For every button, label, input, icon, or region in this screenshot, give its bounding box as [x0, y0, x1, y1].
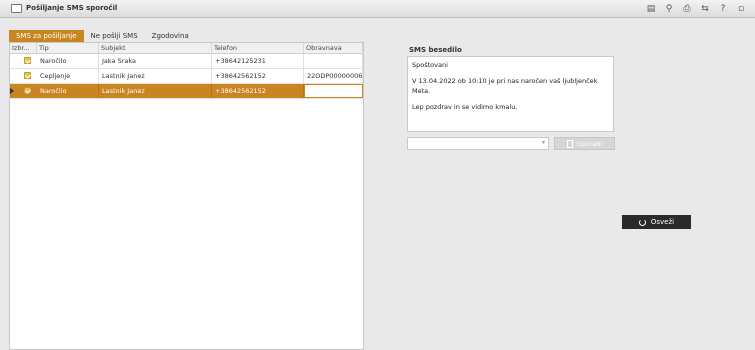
- sms-line-closing: Lep pozdrav in se vidimo kmalu.: [412, 103, 518, 111]
- cell-telefon: +38642562152: [212, 69, 304, 83]
- print-icon[interactable]: ⎙: [681, 3, 693, 15]
- template-select[interactable]: ▾: [407, 137, 549, 150]
- cell-telefon: +38642125231: [212, 54, 304, 68]
- table-row[interactable]: Cepljenje Lastnik Janez +38642562152 22O…: [10, 69, 363, 84]
- refresh-button-label: Osveži: [650, 218, 675, 226]
- title-bar: Pošiljanje SMS sporočil ▤ ⚲ ⎙ ⇆ ? ▫: [0, 0, 755, 18]
- row-checkbox[interactable]: [24, 57, 31, 64]
- cell-tip: Naročilo: [37, 54, 99, 68]
- restore-icon[interactable]: ▫: [735, 3, 747, 15]
- help-icon[interactable]: ?: [717, 3, 729, 15]
- refresh-icon: [638, 218, 646, 226]
- cell-subjekt: Lastnik Janez: [99, 84, 212, 98]
- cell-obravnava: [304, 54, 363, 68]
- cell-obravnava: 22ODP00000006: [304, 69, 363, 83]
- sms-text-area[interactable]: Spoštovani V 13.04.2022 ob 10:10 je pri …: [407, 56, 614, 132]
- window-title: Pošiljanje SMS sporočil: [26, 4, 118, 12]
- cell-tip: Naročilo: [37, 84, 99, 98]
- tab-ne-poslji-sms[interactable]: Ne pošlji SMS: [84, 30, 145, 42]
- column-header-telefon[interactable]: Telefon: [212, 43, 304, 53]
- column-header-obravnava[interactable]: Obravnava: [304, 43, 363, 53]
- table-row-selected[interactable]: Naročilo Lastnik Janez +38642562152: [10, 84, 363, 99]
- table-header: Izbr... Tip Subjekt Telefon Obravnava: [10, 43, 363, 54]
- document-icon[interactable]: ▤: [645, 3, 657, 15]
- sms-line-body: V 13.04.2022 ob 10:10 je pri nas naročen…: [412, 77, 598, 95]
- window-icon: [11, 4, 22, 13]
- apply-button-label: Uporabi: [576, 139, 603, 148]
- tab-bar: SMS za pošiljanje Ne pošlji SMS Zgodovin…: [9, 30, 196, 42]
- refresh-button[interactable]: Osveži: [622, 215, 691, 229]
- cell-subjekt: Jaka Sraka: [99, 54, 212, 68]
- sms-text-label: SMS besedilo: [409, 46, 462, 54]
- row-pointer-icon: [10, 88, 14, 94]
- toolbar: ▤ ⚲ ⎙ ⇆ ? ▫: [645, 2, 747, 16]
- chevron-down-icon[interactable]: ▾: [542, 139, 545, 146]
- row-checkbox[interactable]: [24, 72, 31, 79]
- sms-table: Izbr... Tip Subjekt Telefon Obravnava Na…: [9, 42, 364, 350]
- column-header-izbr[interactable]: Izbr...: [10, 43, 37, 53]
- tab-sms-za-posiljanje[interactable]: SMS za pošiljanje: [9, 30, 84, 42]
- document-icon: [566, 139, 573, 148]
- column-header-tip[interactable]: Tip: [37, 43, 99, 53]
- apply-template-button[interactable]: Uporabi: [554, 137, 615, 150]
- sms-line-greeting: Spoštovani: [412, 61, 448, 69]
- cell-obravnava-editor[interactable]: [305, 85, 362, 97]
- cell-tip: Cepljenje: [37, 69, 99, 83]
- table-row[interactable]: Naročilo Jaka Sraka +38642125231: [10, 54, 363, 69]
- cell-telefon: +38642562152: [212, 84, 304, 98]
- search-icon[interactable]: ⚲: [663, 3, 675, 15]
- cell-subjekt: Lastnik Janez: [99, 69, 212, 83]
- row-checkbox[interactable]: [24, 87, 31, 94]
- tab-zgodovina[interactable]: Zgodovina: [145, 30, 196, 42]
- column-header-subjekt[interactable]: Subjekt: [99, 43, 212, 53]
- swap-icon[interactable]: ⇆: [699, 3, 711, 15]
